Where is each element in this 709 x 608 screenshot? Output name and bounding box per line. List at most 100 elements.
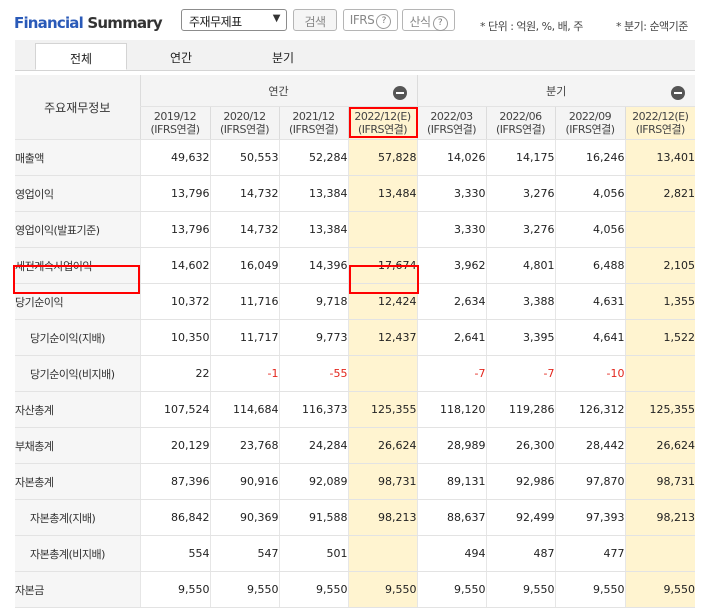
table-cell: 9,550: [554, 571, 625, 608]
period-header: 2021/12 (IFRS연결): [278, 106, 348, 140]
table-cell: 98,731: [624, 463, 695, 500]
table-cell: 14,732: [209, 175, 279, 212]
formula-help-button[interactable]: 산식?: [402, 9, 455, 31]
table-cell: 494: [416, 535, 486, 572]
table-body: 매출액 49,632 50,553 52,284 57,828 14,026 14,175 1…: [15, 139, 695, 608]
table-cell: 1,355: [624, 283, 695, 320]
row-label[interactable]: 자산총계: [15, 391, 140, 428]
collapse-quarter-icon[interactable]: [671, 86, 685, 100]
search-button[interactable]: 검색: [293, 9, 337, 31]
table-cell: 3,962: [416, 247, 486, 284]
table-cell: 2,641: [416, 319, 486, 356]
brand-part1: Financial: [14, 14, 84, 32]
table-cell: 4,641: [554, 319, 625, 356]
table-cell: 4,056: [554, 211, 625, 248]
row-label[interactable]: 당기순이익: [15, 283, 140, 320]
table-cell: -7: [485, 355, 555, 392]
row-label[interactable]: 당기순이익(지배): [15, 319, 140, 356]
statement-select[interactable]: 주재무제표 ▼: [181, 9, 287, 31]
table-cell: 14,602: [139, 247, 210, 284]
row-label[interactable]: 자본총계: [15, 463, 140, 500]
table-cell: 89,131: [416, 463, 486, 500]
table-cell: -55: [278, 355, 348, 392]
table-cell: 4,056: [554, 175, 625, 212]
table-cell: 26,624: [347, 427, 417, 464]
period-date: 2021/12: [292, 110, 335, 123]
table-row: 당기순이익 10,372 11,716 9,718 12,424 2,634 3,388 4,…: [15, 283, 695, 320]
table-cell: 2,105: [624, 247, 695, 284]
table-cell: 3,276: [485, 175, 555, 212]
row-label[interactable]: 세전계속사업이익: [15, 247, 140, 284]
tab-quarterly[interactable]: 분기: [237, 43, 329, 70]
row-label[interactable]: 부채총계: [15, 427, 140, 464]
ifrs-help-button[interactable]: IFRS?: [343, 9, 398, 31]
table-cell: 86,842: [139, 499, 210, 536]
table-cell: [347, 211, 417, 248]
period-date: 2022/06: [499, 110, 542, 123]
period-basis: (IFRS연결): [635, 123, 686, 136]
table-cell: 22: [139, 355, 210, 392]
table-cell: 12,424: [347, 283, 417, 320]
table-cell: 13,401: [624, 139, 695, 176]
table-cell: 87,396: [139, 463, 210, 500]
tab-all[interactable]: 전체: [35, 43, 127, 70]
table-cell: 92,986: [485, 463, 555, 500]
table-cell: 1,522: [624, 319, 695, 356]
table-cell: 9,550: [624, 571, 695, 608]
table-cell: 14,026: [416, 139, 486, 176]
row-label[interactable]: 영업이익: [15, 175, 140, 212]
table-cell: 97,393: [554, 499, 625, 536]
table-row: 당기순이익(비지배) 22 -1 -55 -7 -7 -10: [15, 355, 695, 392]
table-cell: 97,870: [554, 463, 625, 500]
period-header: 2022/03 (IFRS연결): [416, 106, 486, 140]
collapse-annual-icon[interactable]: [392, 86, 407, 100]
period-date: 2019/12: [153, 110, 197, 123]
table-cell: 14,732: [209, 211, 279, 248]
table-cell: 13,796: [139, 211, 210, 248]
table-cell: 9,773: [278, 319, 348, 356]
brand-part2: Summary: [87, 14, 162, 32]
table-cell: 10,372: [139, 283, 210, 320]
table-row: 매출액 49,632 50,553 52,284 57,828 14,026 14,175 1…: [15, 139, 695, 176]
row-label[interactable]: 자본총계(비지배): [15, 535, 140, 572]
table-cell: 28,989: [416, 427, 486, 464]
table-cell: 125,355: [347, 391, 417, 428]
table-cell: 3,330: [416, 175, 486, 212]
quarter-group-label: 분기: [546, 84, 567, 98]
table-cell: 24,284: [278, 427, 348, 464]
chevron-down-icon: ▼: [272, 13, 281, 24]
quarter-group-header: 분기: [416, 75, 695, 107]
row-label[interactable]: 영업이익(발표기준): [15, 211, 140, 248]
table-cell: 9,550: [209, 571, 279, 608]
period-header: 2020/12 (IFRS연결): [209, 106, 279, 140]
tab-annual[interactable]: 연간: [135, 43, 227, 70]
row-label[interactable]: 자본총계(지배): [15, 499, 140, 536]
table-cell: 13,796: [139, 175, 210, 212]
table-cell: 3,395: [485, 319, 555, 356]
table-cell: 3,276: [485, 211, 555, 248]
table-cell: 9,550: [347, 571, 417, 608]
period-date: 2022/12(E): [632, 110, 689, 123]
period-basis: (IFRS연결): [565, 123, 615, 136]
period-date: 2022/09: [568, 110, 612, 123]
section-title: Financial Summary: [14, 14, 163, 32]
table-cell: [624, 355, 695, 392]
table-cell: 11,717: [209, 319, 279, 356]
table-cell: 3,330: [416, 211, 486, 248]
row-label[interactable]: 자본금: [15, 571, 140, 608]
row-label[interactable]: 매출액: [15, 139, 140, 176]
table-cell: 9,550: [416, 571, 486, 608]
period-tabs: 전체 연간 분기: [15, 40, 695, 71]
table-cell: 88,637: [416, 499, 486, 536]
table-cell: 26,624: [624, 427, 695, 464]
table-cell: 477: [554, 535, 625, 572]
table-row: 영업이익 13,796 14,732 13,384 13,484 3,330 3,276 4,…: [15, 175, 695, 212]
period-header: 2022/09 (IFRS연결): [554, 106, 625, 140]
row-label[interactable]: 당기순이익(비지배): [15, 355, 140, 392]
period-header: 2022/12(E) (IFRS연결): [624, 106, 695, 140]
table-row: 세전계속사업이익 14,602 16,049 14,396 17,674 3,962 4,8…: [15, 247, 695, 284]
unit-note: * 단위 : 억원, %, 배, 주: [480, 20, 583, 33]
table-cell: 4,631: [554, 283, 625, 320]
period-basis: (IFRS연결): [357, 123, 408, 136]
table-cell: 16,049: [209, 247, 279, 284]
